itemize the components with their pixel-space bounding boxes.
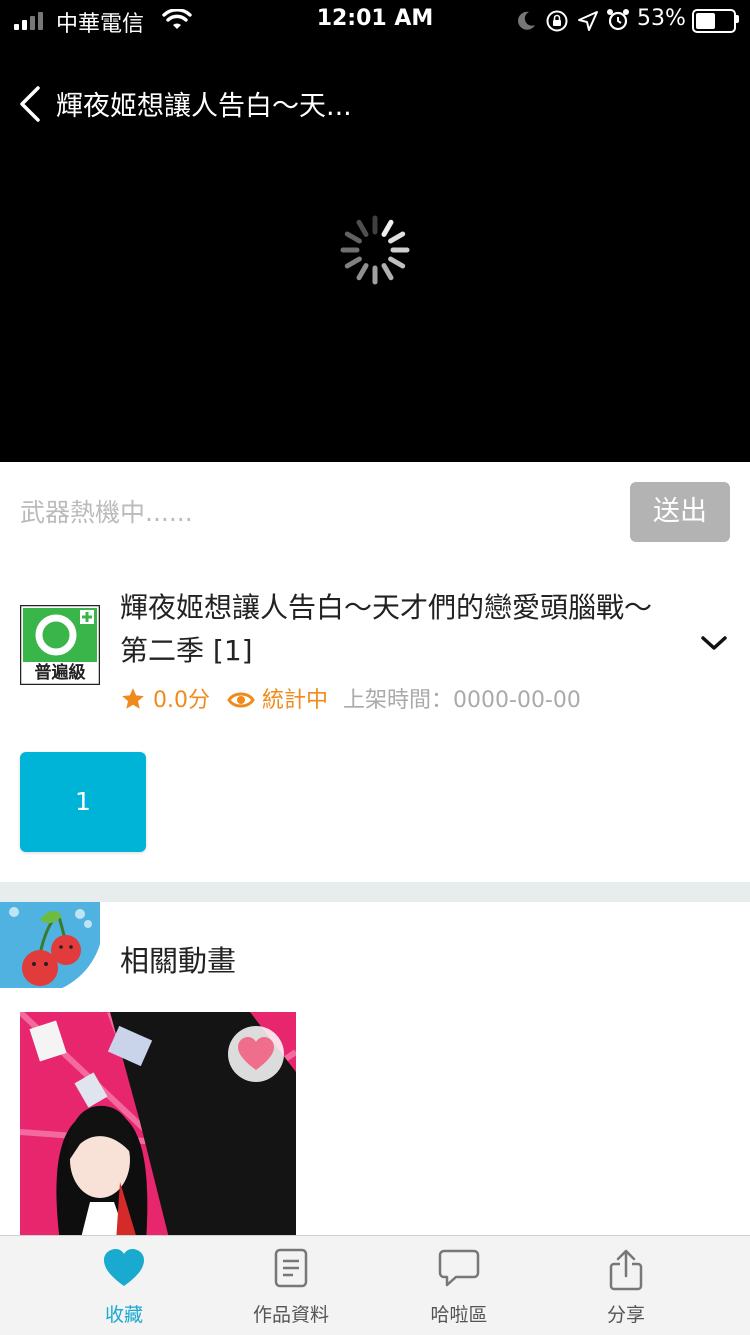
tab-label: 分享: [606, 1304, 645, 1326]
tab-label: 哈啦區: [430, 1304, 488, 1326]
spinner-spoke: [344, 231, 362, 244]
star-icon: [122, 688, 144, 709]
document-icon: [274, 1248, 308, 1288]
loading-spinner-icon: [340, 215, 410, 285]
spinner-spoke: [388, 256, 406, 269]
tab-share[interactable]: 分享: [556, 1236, 696, 1335]
send-button[interactable]: 送出: [630, 482, 730, 542]
battery-tip: [736, 15, 739, 23]
status-bar: 中華電信 12:01 AM 53%: [0, 0, 750, 40]
spinner-spoke: [388, 231, 406, 244]
spinner-spoke: [381, 219, 394, 237]
tab-favorite[interactable]: 收藏: [54, 1236, 194, 1335]
anime-title: 輝夜姬想讓人告白～天才們的戀愛頭腦戰～ 第二季 [1]: [120, 591, 653, 667]
orientation-lock-icon: [546, 10, 568, 32]
battery-percent: 53%: [637, 6, 686, 31]
rating-badge-label: 普遍級: [34, 663, 86, 683]
heart-icon: [104, 1249, 144, 1286]
chevron-down-icon[interactable]: [700, 634, 728, 652]
anime-meta: 0.0分 統計中 上架時間：0000-00-00: [120, 682, 581, 713]
tab-forum[interactable]: 哈啦區: [389, 1236, 529, 1335]
spinner-spoke: [381, 263, 394, 281]
battery-level: [696, 13, 715, 29]
page-title: 輝夜姬想讓人告白～天...: [56, 91, 352, 122]
spinner-spoke: [356, 263, 369, 281]
location-arrow-icon: [578, 11, 598, 31]
release-date: 上架時間：0000-00-00: [343, 688, 581, 713]
heart-icon: [238, 1037, 274, 1070]
share-icon: [609, 1249, 643, 1291]
favorite-button[interactable]: [228, 1026, 284, 1082]
eye-icon: [227, 692, 255, 708]
cherry-icon: [0, 902, 100, 988]
spinner-spoke: [344, 256, 362, 269]
view-count: 統計中: [262, 688, 329, 713]
moon-icon: [518, 11, 535, 30]
episode-button[interactable]: 1: [20, 752, 146, 852]
danmaku-input[interactable]: [20, 490, 610, 534]
tab-label: 收藏: [104, 1304, 143, 1326]
chat-bubble-icon: [438, 1249, 480, 1287]
alarm-icon: [607, 9, 629, 31]
spinner-spoke: [356, 219, 369, 237]
section-divider: [0, 882, 750, 902]
battery-icon: [692, 9, 736, 33]
tab-label: 作品資料: [252, 1304, 329, 1326]
chevron-left-icon[interactable]: [18, 86, 42, 122]
related-section-title: 相關動畫: [120, 944, 237, 978]
score: 0.0分: [153, 688, 210, 713]
tab-work-info[interactable]: 作品資料: [221, 1236, 361, 1335]
bottom-tab-bar: 收藏 作品資料 哈啦區 分享: [0, 1235, 750, 1335]
